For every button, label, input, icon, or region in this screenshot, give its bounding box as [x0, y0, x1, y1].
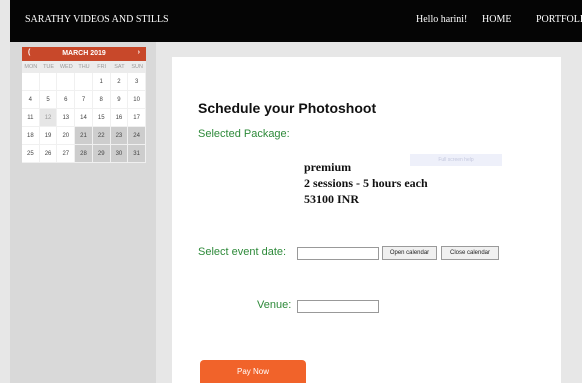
selected-package-label: Selected Package:: [198, 128, 290, 140]
calendar-day-26[interactable]: 26: [39, 145, 58, 163]
calendar-day-8[interactable]: 8: [92, 91, 111, 109]
package-sessions: 2 sessions - 5 hours each: [304, 176, 428, 190]
calendar-day-4[interactable]: 4: [22, 91, 40, 109]
venue-label: Venue:: [257, 299, 292, 311]
weekday-header-fri: FRI: [97, 64, 107, 70]
calendar-day-5[interactable]: 5: [39, 91, 58, 109]
event-date-label: Select event date:: [198, 246, 287, 258]
calendar-day-11[interactable]: 11: [22, 109, 40, 127]
calendar-day-6[interactable]: 6: [57, 91, 76, 109]
calendar-day-9[interactable]: 9: [110, 91, 129, 109]
calendar-day-20[interactable]: 20: [57, 127, 76, 145]
calendar-day-23[interactable]: 23: [110, 127, 129, 145]
page-title: Schedule your Photoshoot: [198, 100, 377, 116]
calendar-day-21[interactable]: 21: [75, 127, 93, 145]
weekday-header-sat: SAT: [114, 64, 125, 70]
weekday-header-sun: SUN: [131, 64, 143, 70]
calendar-day-24[interactable]: 24: [128, 127, 146, 145]
package-price: 53100 INR: [304, 192, 360, 206]
calendar-month-title: MARCH 2019: [62, 50, 106, 57]
calendar-widget: ( MARCH 2019 › MON TUE WED THU FRI SAT SUN 123…: [22, 47, 146, 163]
calendar-day-28[interactable]: 28: [75, 145, 93, 163]
nav-portfolio-link[interactable]: PORTFOLIO: [536, 14, 582, 25]
user-greeting: Hello harini!: [416, 14, 468, 25]
package-name: premium: [304, 160, 352, 174]
weekday-header-thu: THU: [78, 64, 90, 70]
weekday-header-wed: WED: [59, 64, 73, 70]
calendar-day-18[interactable]: 18: [22, 127, 40, 145]
calendar-day-14[interactable]: 14: [75, 109, 93, 127]
calendar-day-10[interactable]: 10: [128, 91, 146, 109]
brand-title[interactable]: SARATHY VIDEOS AND STILLS: [25, 14, 169, 25]
calendar-empty-cell: [39, 73, 58, 91]
calendar-day-15[interactable]: 15: [92, 109, 111, 127]
calendar-day-29[interactable]: 29: [92, 145, 111, 163]
calendar-day-19[interactable]: 19: [39, 127, 58, 145]
close-calendar-button[interactable]: Close calendar: [441, 246, 499, 260]
calendar-day-31[interactable]: 31: [128, 145, 146, 163]
venue-input[interactable]: [297, 300, 379, 313]
calendar-day-16[interactable]: 16: [110, 109, 129, 127]
calendar-day-27[interactable]: 27: [57, 145, 76, 163]
calendar-day-30[interactable]: 30: [110, 145, 129, 163]
faint-help-box: Full screen help: [410, 154, 502, 166]
calendar-day-25[interactable]: 25: [22, 145, 40, 163]
open-calendar-button[interactable]: Open calendar: [382, 246, 437, 260]
next-month-button[interactable]: ›: [138, 49, 140, 56]
event-date-input[interactable]: [297, 247, 379, 260]
calendar-day-13[interactable]: 13: [57, 109, 76, 127]
nav-home-link[interactable]: HOME: [482, 14, 511, 25]
calendar-day-12[interactable]: 12: [39, 109, 58, 127]
weekday-header-tue: TUE: [43, 64, 55, 70]
pay-now-button[interactable]: Pay Now: [200, 360, 306, 383]
calendar-empty-cell: [22, 73, 40, 91]
calendar-empty-cell: [57, 73, 76, 91]
calendar-header: ( MARCH 2019 ›: [22, 47, 146, 61]
calendar-day-7[interactable]: 7: [75, 91, 93, 109]
top-nav-bar: SARATHY VIDEOS AND STILLS Hello harini! …: [10, 0, 582, 42]
calendar-day-2[interactable]: 2: [110, 73, 129, 91]
calendar-day-1[interactable]: 1: [92, 73, 111, 91]
calendar-day-22[interactable]: 22: [92, 127, 111, 145]
calendar-weekday-row: MON TUE WED THU FRI SAT SUN: [22, 61, 146, 73]
weekday-header-mon: MON: [24, 64, 38, 70]
calendar-empty-cell: [75, 73, 93, 91]
calendar-day-3[interactable]: 3: [128, 73, 146, 91]
calendar-day-17[interactable]: 17: [128, 109, 146, 127]
calendar-day-grid: 1 2 3 4 5 6 7 8 9 10 11 12 13 14 15 16 17 18 19 20 21 22 23 24 2…: [22, 73, 146, 163]
